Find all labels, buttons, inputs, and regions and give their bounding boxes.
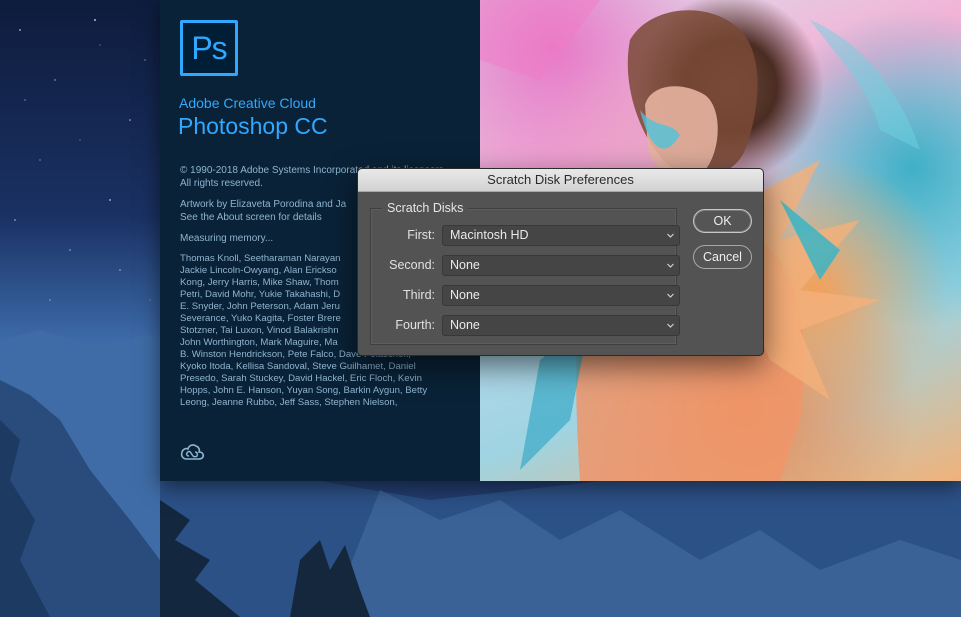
dialog-title: Scratch Disk Preferences (487, 172, 634, 187)
second-disk-value: None (450, 258, 480, 272)
third-disk-label: Third: (403, 288, 435, 302)
photoshop-logo: Ps (180, 20, 238, 76)
scratch-disks-group-label: Scratch Disks (382, 201, 469, 215)
fourth-disk-select[interactable]: None (442, 315, 680, 336)
chevron-down-icon (667, 233, 674, 238)
chevron-down-icon (667, 323, 674, 328)
second-disk-select[interactable]: None (442, 255, 680, 276)
cancel-button[interactable]: Cancel (693, 245, 752, 269)
scratch-disk-preferences-dialog: Scratch Disk Preferences First: Macintos… (357, 168, 764, 356)
first-disk-label: First: (407, 228, 435, 242)
credits-line: Leong, Jeanne Rubbo, Jeff Sass, Stephen … (180, 397, 398, 408)
ok-button[interactable]: OK (693, 209, 752, 233)
credits-line: Presedo, Sarah Stuckey, David Hackel, Er… (180, 373, 422, 384)
credits-line: Hopps, John E. Hanson, Yuyan Song, Barki… (180, 385, 428, 396)
scratch-disks-group: First: Macintosh HD Second: None Third: … (370, 208, 680, 345)
dialog-titlebar[interactable]: Scratch Disk Preferences (358, 169, 763, 192)
chevron-down-icon (667, 263, 674, 268)
third-disk-select[interactable]: None (442, 285, 680, 306)
creative-cloud-icon (180, 444, 205, 460)
third-disk-value: None (450, 288, 480, 302)
product-name: Photoshop CC (178, 113, 328, 139)
fourth-disk-value: None (450, 318, 480, 332)
loading-status: Measuring memory... (180, 233, 274, 244)
brand-name: Adobe Creative Cloud (179, 95, 316, 111)
credits-line: Kyoko Itoda, Kellisa Sandoval, Steve Gui… (180, 361, 416, 372)
fourth-disk-label: Fourth: (395, 318, 435, 332)
first-disk-select[interactable]: Macintosh HD (442, 225, 680, 246)
first-disk-value: Macintosh HD (450, 228, 529, 242)
chevron-down-icon (667, 293, 674, 298)
second-disk-label: Second: (389, 258, 435, 272)
